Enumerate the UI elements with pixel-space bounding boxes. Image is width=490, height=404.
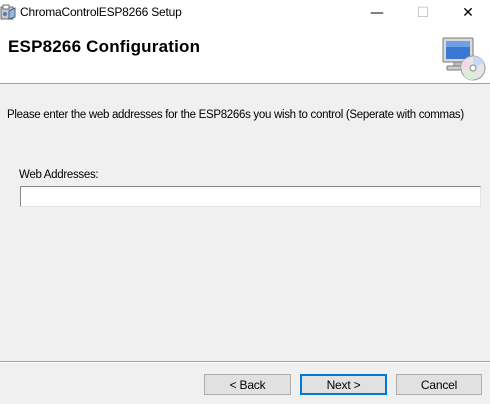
web-addresses-label: Web Addresses:	[19, 169, 99, 181]
page-title: ESP8266 Configuration	[8, 37, 201, 56]
instruction-text: Please enter the web addresses for the E…	[7, 109, 464, 121]
header-banner: ESP8266 Configuration	[0, 25, 490, 84]
footer-divider-highlight	[0, 362, 490, 363]
back-button[interactable]: < Back	[204, 374, 291, 395]
window-title: ChromaControlESP8266 Setup	[20, 5, 182, 19]
close-button[interactable]: ✕	[445, 0, 490, 25]
setup-window: ChromaControlESP8266 Setup — ☐ ✕ ESP8266…	[0, 0, 490, 404]
cancel-button[interactable]: Cancel	[396, 374, 482, 395]
web-addresses-input[interactable]	[20, 186, 481, 207]
maximize-button[interactable]: ☐	[400, 0, 446, 25]
title-bar[interactable]: ChromaControlESP8266 Setup — ☐ ✕	[0, 0, 490, 25]
computer-cd-icon	[437, 36, 489, 82]
minimize-button[interactable]: —	[354, 0, 400, 25]
next-button[interactable]: Next >	[300, 374, 387, 395]
installer-icon	[0, 3, 17, 21]
